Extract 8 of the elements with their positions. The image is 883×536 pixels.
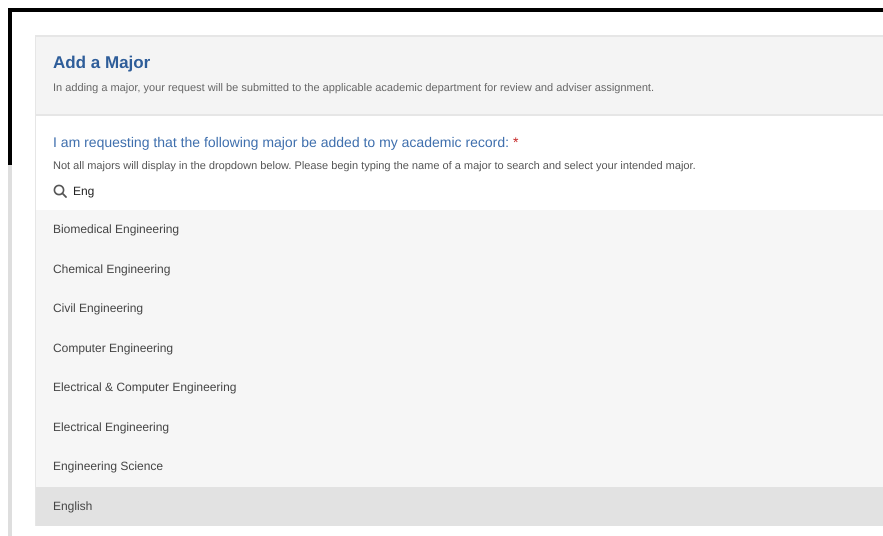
search-field[interactable]: Eng	[73, 184, 273, 198]
panel-description: In adding a major, your request will be submitted to the applicable academic department for review and adviser assignment.	[53, 82, 656, 94]
panel-title: Add a Major	[53, 53, 152, 73]
search-icon	[53, 184, 67, 198]
dropdown-option[interactable]: English	[36, 486, 883, 526]
required-mark: *	[513, 134, 518, 150]
question-label: I am requesting that the following major be added to my academic record:	[53, 134, 510, 150]
question-hint: Not all majors will display in the dropdown below. Please begin typing the name of a major to search and select your intended major.	[53, 160, 697, 172]
